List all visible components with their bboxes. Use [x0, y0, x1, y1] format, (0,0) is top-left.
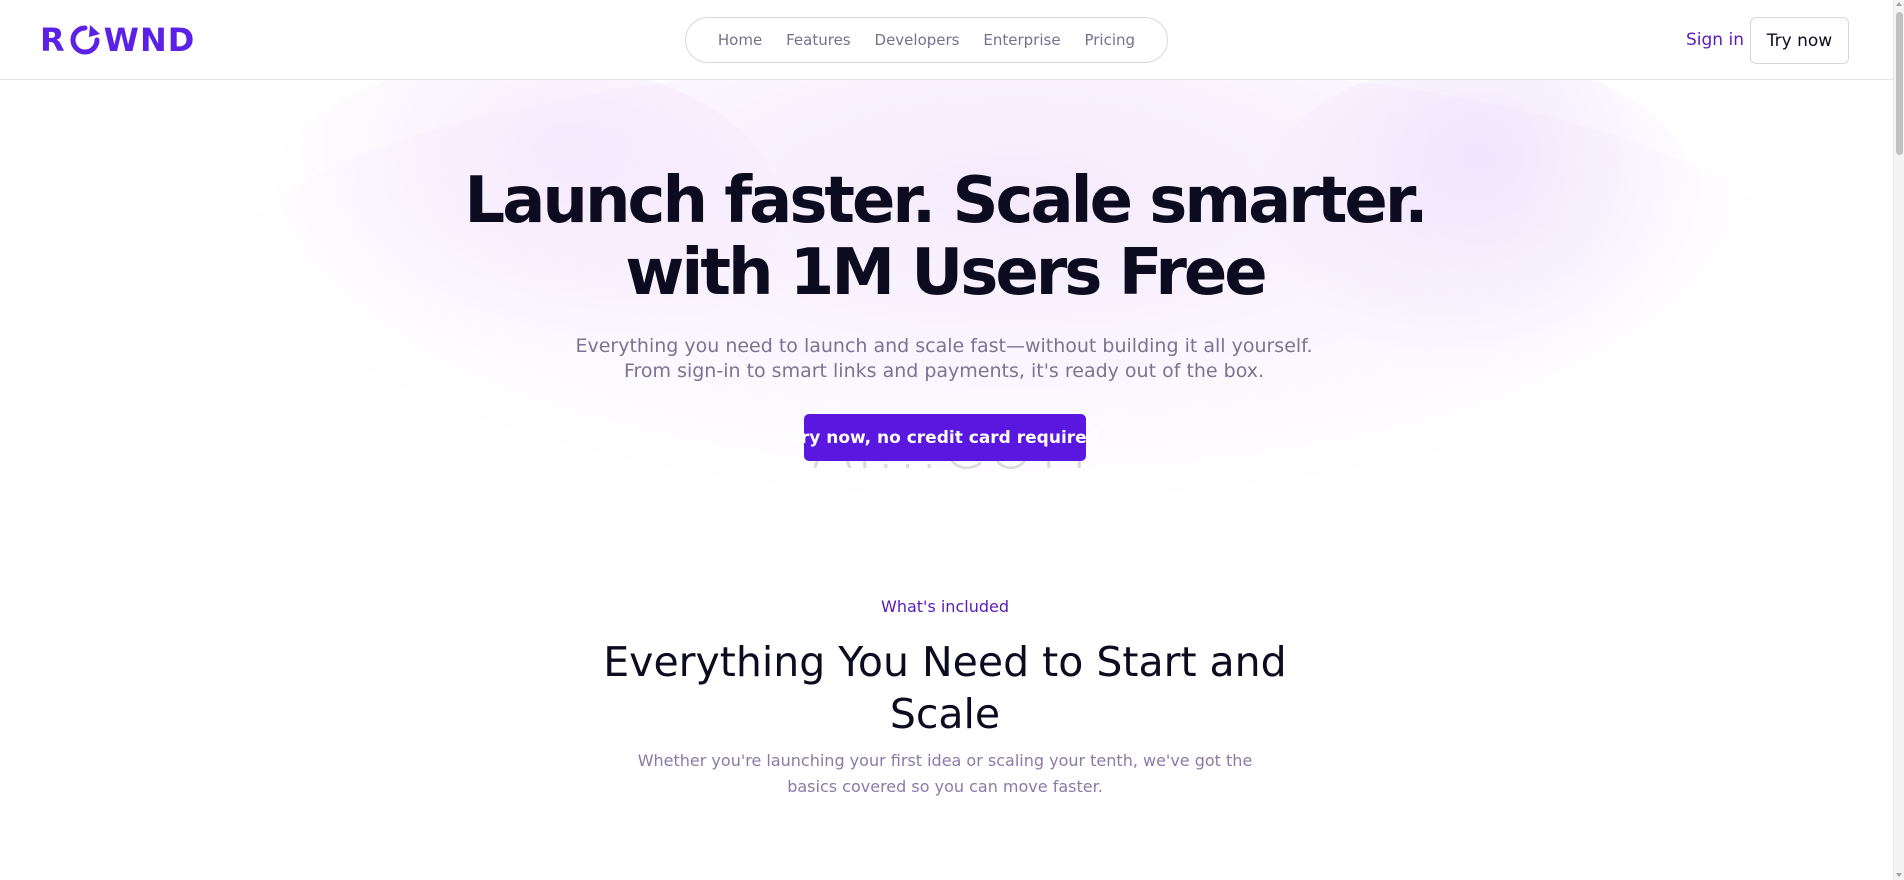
logo-wordmark: R WND — [40, 21, 196, 59]
hero-subtitle-line-2: From sign-in to smart links and payments… — [623, 360, 1265, 382]
page-scrollbar[interactable] — [1893, 0, 1904, 880]
section-eyebrow: What's included — [881, 597, 1009, 616]
nav-pricing[interactable]: Pricing — [1084, 31, 1135, 49]
try-now-button[interactable]: Try now — [1750, 17, 1849, 64]
logo-o-icon — [70, 25, 100, 55]
sign-in-link[interactable]: Sign in — [1686, 30, 1744, 50]
main-nav: Home Features Developers Enterprise Pric… — [685, 17, 1168, 63]
hero-title: Launch faster. Scale smarter. with 1M Us… — [440, 165, 1450, 309]
site-header: R WND Home Features Developers Enterpris… — [0, 0, 1893, 80]
hero-subtitle-line-1: Everything you need to launch and scale … — [575, 335, 1313, 357]
nav-enterprise[interactable]: Enterprise — [983, 31, 1060, 49]
nav-developers[interactable]: Developers — [875, 31, 960, 49]
hero-title-line-2: with 1M Users Free — [625, 236, 1267, 310]
hero-subtitle: Everything you need to launch and scale … — [552, 334, 1336, 384]
rownd-logo[interactable]: R WND — [40, 21, 196, 59]
scroll-down-arrow-icon[interactable] — [1896, 873, 1902, 877]
hero-title-line-1: Launch faster. Scale smarter. — [464, 164, 1428, 238]
scrollbar-thumb[interactable] — [1896, 12, 1903, 155]
nav-home[interactable]: Home — [718, 31, 762, 49]
nav-features[interactable]: Features — [786, 31, 851, 49]
section-title: Everything You Need to Start and Scale — [603, 638, 1287, 738]
scroll-up-arrow-icon[interactable] — [1896, 2, 1902, 6]
try-now-cta-button[interactable]: Try now, no credit card required — [791, 414, 1099, 461]
section-subtitle: Whether you're launching your first idea… — [637, 751, 1253, 796]
